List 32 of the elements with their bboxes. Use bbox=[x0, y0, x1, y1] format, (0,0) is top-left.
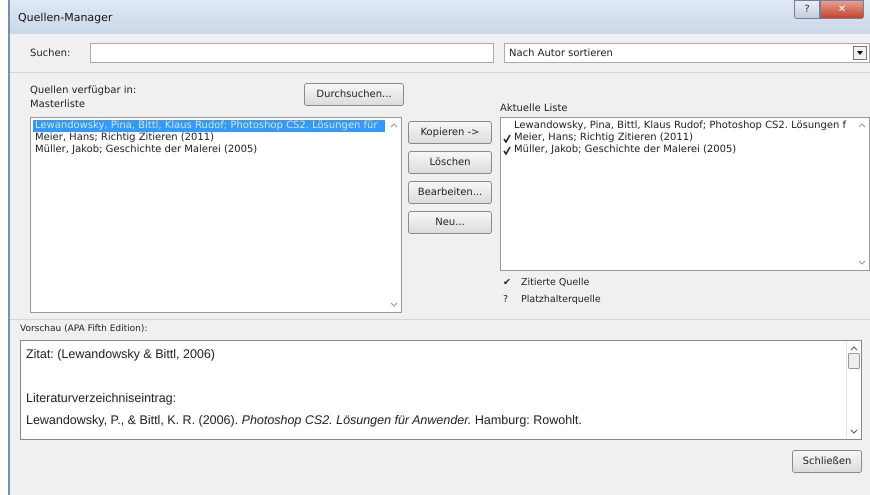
window-title: Quellen-Manager bbox=[18, 10, 112, 24]
search-label: Suchen: bbox=[29, 48, 72, 58]
preview-text: Literaturverzeichniseintrag: bbox=[26, 390, 178, 407]
sort-dropdown[interactable]: Nach Autor sortieren bbox=[504, 43, 870, 63]
preview-label: Vorschau (APA Fifth Edition): bbox=[20, 324, 148, 336]
browse-button[interactable]: Durchsuchen... bbox=[304, 83, 404, 106]
scrollbar[interactable] bbox=[846, 341, 861, 439]
scroll-down-icon[interactable] bbox=[850, 429, 858, 435]
preview-text: Zitat: (Lewandowsky & Bittl, 2006) bbox=[26, 346, 216, 363]
list-item[interactable]: Müller, Jakob; Geschichte der Malerei (2005) bbox=[33, 144, 385, 156]
legend-text: Platzhalterquelle bbox=[521, 294, 601, 305]
preview-text: Lewandowsky, P., & Bittl, K. R. (2006). Photoshop CS2. Lösungen für Anwender. Hamburg: Rowohlt. bbox=[26, 412, 583, 429]
list-item[interactable]: Lewandowsky, Pina, Bittl, Klaus Rudof; Photoshop CS2. Lösungen f bbox=[514, 120, 846, 132]
close-dialog-button[interactable]: Schließen bbox=[792, 450, 862, 473]
legend-symbol: ✔ bbox=[503, 277, 511, 288]
scroll-thumb[interactable] bbox=[848, 353, 860, 369]
list-item[interactable]: Müller, Jakob; Geschichte der Malerei (2005) bbox=[514, 144, 736, 156]
action-button[interactable]: Kopieren -> bbox=[408, 121, 492, 144]
legend-symbol: ? bbox=[503, 294, 510, 305]
action-button[interactable]: Löschen bbox=[408, 151, 492, 174]
list-item[interactable]: Meier, Hans; Richtig Zitieren (2011) bbox=[33, 132, 385, 144]
action-button[interactable]: Neu... bbox=[408, 211, 492, 234]
search-field[interactable] bbox=[90, 43, 494, 63]
sort-value: Nach Autor sortieren bbox=[509, 48, 613, 58]
scroll-up-icon[interactable] bbox=[850, 345, 858, 351]
source-label: Quellen verfügbar in: bbox=[30, 85, 136, 96]
list-name: Masterliste bbox=[30, 99, 86, 110]
current-list-label: Aktuelle Liste bbox=[500, 103, 569, 116]
action-button[interactable]: Bearbeiten... bbox=[408, 181, 492, 204]
list-item[interactable]: Meier, Hans; Richtig Zitieren (2011) bbox=[514, 132, 694, 144]
legend-text: Zitierte Quelle bbox=[521, 277, 590, 288]
help-button[interactable]: ? bbox=[794, 0, 820, 19]
